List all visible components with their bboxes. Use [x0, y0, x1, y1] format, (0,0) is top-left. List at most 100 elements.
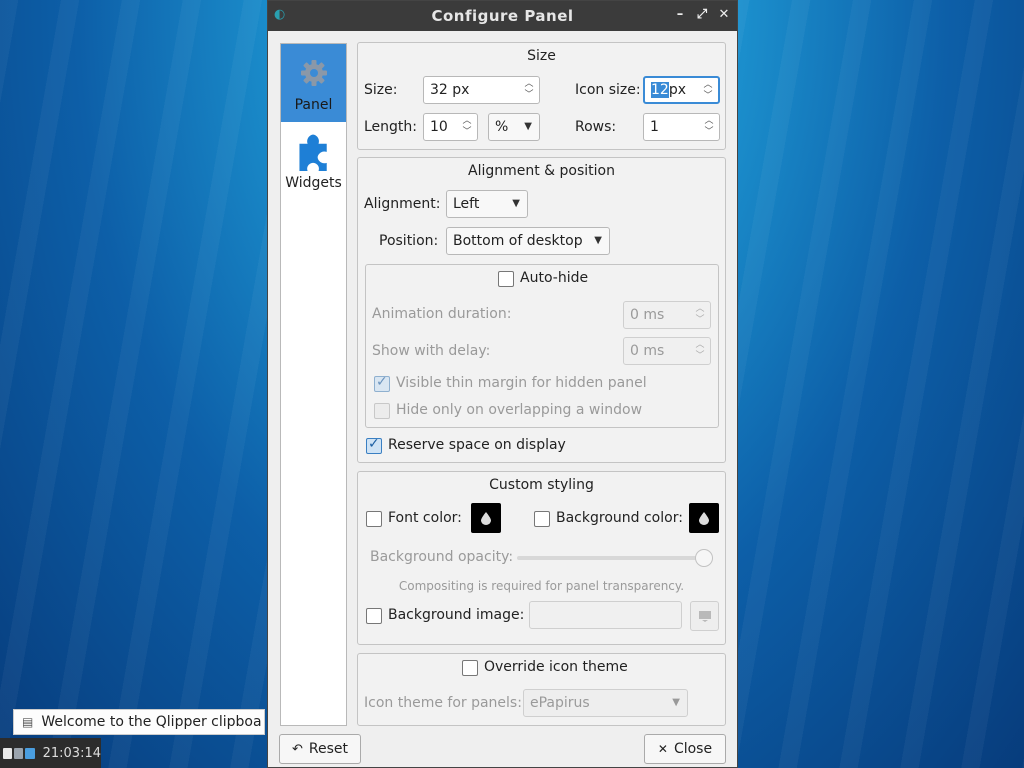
bg-image-path-field[interactable] — [529, 601, 682, 629]
spin-arrows-icon[interactable]: ︿ ﹀ — [702, 80, 714, 102]
spin-arrows-icon[interactable]: ︿ ﹀ — [461, 116, 473, 138]
autohide-box: Auto-hide Animation duration: 0 ms ︿ ﹀ Sh… — [365, 264, 719, 428]
size-group: Size Size: 32 px ︿ ﹀ Icon size: 12 px ︿ ﹀ … — [357, 42, 726, 150]
reset-label: Reset — [308, 741, 348, 757]
window-title: Configure Panel — [431, 7, 574, 25]
length-value: 10 — [430, 119, 448, 135]
thin-margin-label: Visible thin margin for hidden panel — [396, 375, 647, 391]
alignment-label: Alignment: — [364, 196, 441, 212]
position-value: Bottom of desktop — [453, 233, 583, 249]
icon-theme-group: Override icon theme Icon theme for panel… — [357, 653, 726, 726]
bg-image-label: Background image: — [388, 607, 525, 623]
chevron-down-icon: ▼ — [594, 235, 602, 246]
autohide-checkbox[interactable] — [498, 271, 514, 287]
notification-text: Welcome to the Qlipper clipboa — [41, 714, 262, 730]
reserve-space-label: Reserve space on display — [388, 437, 566, 453]
icon-size-spinbox[interactable]: 12 px ︿ ﹀ — [643, 76, 720, 104]
font-color-checkbox[interactable] — [366, 511, 382, 527]
clipboard-notification[interactable]: ▤ Welcome to the Qlipper clipboa — [13, 709, 265, 735]
settings-nav: Panel Widgets — [280, 43, 347, 726]
length-spinbox[interactable]: 10 ︿ ﹀ — [423, 113, 478, 141]
custom-styling-group: Custom styling Font color: Background co… — [357, 471, 726, 645]
overlap-label: Hide only on overlapping a window — [396, 402, 643, 418]
document-icon: ▤ — [22, 715, 34, 729]
animation-duration-value: 0 ms — [630, 307, 665, 323]
reserve-space-checkbox[interactable] — [366, 436, 382, 454]
bg-color-checkbox[interactable] — [534, 511, 550, 527]
color-drop-icon — [699, 512, 709, 525]
icon-theme-label: Icon theme for panels: — [364, 695, 522, 711]
show-delay-spinbox[interactable]: 0 ms ︿ ﹀ — [623, 337, 711, 365]
rows-value: 1 — [650, 119, 659, 135]
override-icon-theme-label: Override icon theme — [484, 659, 628, 675]
reset-button[interactable]: ↶ Reset — [279, 734, 361, 764]
bg-image-browse-button[interactable] — [690, 601, 719, 631]
close-icon: ✕ — [657, 742, 668, 756]
chevron-down-icon: ▼ — [512, 198, 520, 209]
size-label: Size: — [364, 82, 398, 98]
spin-arrows-icon[interactable]: ︿ ﹀ — [694, 340, 706, 362]
file-manager-icon[interactable] — [3, 747, 13, 759]
bg-opacity-label: Background opacity: — [370, 549, 514, 565]
styling-group-title: Custom styling — [489, 477, 594, 493]
icon-size-unit: px — [668, 82, 686, 98]
position-dropdown[interactable]: Bottom of desktop ▼ — [446, 227, 610, 255]
title-bar[interactable]: ◐ Configure Panel – ⤢ ✕ — [268, 1, 737, 31]
spin-arrows-icon[interactable]: ︿ ﹀ — [703, 116, 715, 138]
alignment-dropdown[interactable]: Left ▼ — [446, 190, 528, 218]
bg-color-label: Background color: — [556, 510, 683, 526]
animation-duration-spinbox[interactable]: 0 ms ︿ ﹀ — [623, 301, 711, 329]
override-icon-theme-checkbox[interactable] — [462, 660, 478, 676]
length-unit-value: % — [495, 119, 509, 135]
image-browse-icon — [698, 611, 711, 622]
position-label: Position: — [379, 233, 439, 249]
spin-arrows-icon[interactable]: ︿ ﹀ — [694, 304, 706, 326]
color-drop-icon — [481, 512, 491, 525]
size-spinbox[interactable]: 32 px ︿ ﹀ — [423, 76, 540, 104]
show-delay-label: Show with delay: — [372, 343, 491, 359]
clock[interactable]: 21:03:14 — [43, 746, 101, 761]
nav-item-widgets[interactable]: Widgets — [281, 122, 346, 200]
bg-opacity-slider[interactable] — [517, 556, 713, 560]
alignment-value: Left — [453, 196, 480, 212]
gear-icon — [294, 53, 334, 93]
thin-margin-checkbox[interactable] — [374, 374, 390, 392]
minimize-button[interactable]: – — [673, 7, 687, 23]
alignment-position-group: Alignment & position Alignment: Left ▼ P… — [357, 157, 726, 463]
length-unit-dropdown[interactable]: % ▼ — [488, 113, 540, 141]
bg-opacity-slider-handle[interactable] — [695, 549, 713, 567]
close-window-button[interactable]: ✕ — [717, 7, 731, 23]
overlap-checkbox[interactable] — [374, 403, 390, 419]
autohide-label: Auto-hide — [520, 270, 589, 286]
puzzle-icon — [294, 131, 334, 171]
chevron-down-icon: ▼ — [672, 697, 680, 708]
icon-size-label: Icon size: — [575, 82, 641, 98]
maximize-button[interactable]: ⤢ — [695, 7, 709, 23]
nav-label-widgets: Widgets — [285, 175, 342, 191]
icon-theme-dropdown[interactable]: ePapirus ▼ — [523, 689, 688, 717]
bg-color-button[interactable] — [689, 503, 719, 533]
bg-image-checkbox[interactable] — [366, 608, 382, 624]
alignment-group-title: Alignment & position — [468, 163, 615, 179]
close-button[interactable]: ✕ Close — [644, 734, 726, 764]
configure-panel-window: ◐ Configure Panel – ⤢ ✕ Panel Widgets Si… — [267, 0, 738, 768]
font-color-button[interactable] — [471, 503, 501, 533]
compositing-note: Compositing is required for panel transp… — [398, 579, 685, 593]
close-label: Close — [673, 741, 713, 757]
undo-icon: ↶ — [291, 741, 303, 757]
nav-label-panel: Panel — [294, 97, 333, 113]
chevron-down-icon: ▼ — [524, 121, 532, 132]
app-icon: ◐ — [274, 7, 286, 22]
icon-theme-value: ePapirus — [530, 695, 590, 711]
nav-item-panel[interactable]: Panel — [281, 44, 346, 122]
terminal-icon[interactable] — [25, 747, 35, 759]
spin-arrows-icon[interactable]: ︿ ﹀ — [523, 79, 535, 101]
size-value: 32 px — [430, 82, 470, 98]
icon-size-number: 12 — [651, 82, 669, 98]
rows-spinbox[interactable]: 1 ︿ ﹀ — [643, 113, 720, 141]
size-group-title: Size — [527, 48, 556, 64]
animation-duration-label: Animation duration: — [372, 306, 512, 322]
font-color-label: Font color: — [388, 510, 462, 526]
show-delay-value: 0 ms — [630, 343, 665, 359]
show-desktop-icon[interactable] — [14, 747, 24, 759]
